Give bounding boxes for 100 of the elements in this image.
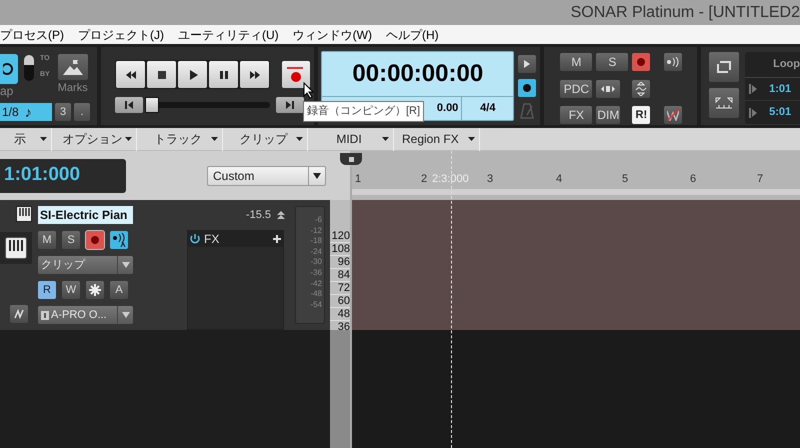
- volume-value: -15.5: [246, 208, 271, 223]
- playhead-marker[interactable]: [340, 153, 362, 165]
- fx-label: FX: [204, 231, 220, 248]
- record-arm-button[interactable]: [632, 53, 650, 71]
- menu-item[interactable]: ユーティリティ(U): [178, 26, 279, 44]
- window-title: SONAR Platinum - [UNTITLED2: [570, 2, 800, 22]
- squiggle-icon: [14, 309, 24, 319]
- resolution-dropdown[interactable]: 1/8 ♪: [0, 103, 52, 121]
- menu-item[interactable]: プロセス(P): [0, 26, 64, 44]
- input-icon: [41, 310, 49, 320]
- fx-button[interactable]: FX: [560, 106, 592, 124]
- track-name-field[interactable]: SI-Electric Pian: [38, 206, 133, 224]
- dot-icon: [91, 236, 99, 244]
- read-automation-button[interactable]: R: [38, 281, 56, 299]
- caret-icon: [122, 262, 130, 268]
- tempo-value: 0.00: [436, 101, 460, 116]
- dot-icon: [637, 58, 646, 66]
- ruler-number: 1: [355, 172, 362, 187]
- caret-icon: [296, 137, 303, 141]
- dim-button[interactable]: DIM: [596, 106, 620, 124]
- go-to-start-button[interactable]: [115, 97, 144, 113]
- stop-button[interactable]: [147, 61, 176, 88]
- metronome-icon: [520, 103, 534, 119]
- caret-icon: [122, 312, 130, 318]
- loop-start-icon: [749, 84, 758, 94]
- ruler-number: 2: [421, 172, 428, 187]
- asterisk-icon: [89, 284, 101, 296]
- marks-button[interactable]: [58, 54, 88, 80]
- dot-icon: [523, 84, 532, 92]
- skip-start-icon: [125, 101, 134, 109]
- now-time-display: 1:01:000: [0, 158, 126, 192]
- loop-end-icon: [749, 108, 758, 118]
- output-dropdown[interactable]: A-PRO O...: [38, 306, 133, 324]
- menu-item[interactable]: ウィンドウ(W): [292, 26, 372, 44]
- skip-end-icon: [286, 101, 294, 109]
- meter-value: 4/4: [461, 97, 514, 120]
- wave-arrows-icon: [635, 82, 648, 96]
- power-icon: [190, 234, 200, 244]
- input-echo-button[interactable]: [110, 231, 128, 249]
- cursor-time-label: 2:3:000: [432, 172, 469, 187]
- loop-icon: [716, 60, 732, 74]
- scrub-slider[interactable]: [145, 97, 270, 113]
- marks-label: Marks: [58, 81, 88, 96]
- wave-button[interactable]: [632, 80, 650, 98]
- broadcast-button[interactable]: [664, 53, 682, 71]
- loop-start: 1:01: [769, 82, 792, 97]
- solo-override-button[interactable]: [596, 80, 620, 98]
- freeze-button[interactable]: [86, 281, 104, 299]
- piano-keyboard-icon: [5, 237, 27, 259]
- mountain-flag-icon: [62, 58, 84, 76]
- mute-button[interactable]: M: [560, 53, 592, 71]
- record-mode-button[interactable]: [518, 79, 536, 97]
- pause-icon: [218, 70, 230, 80]
- caret-icon: [40, 137, 47, 141]
- meter-scale-label: -30: [310, 257, 322, 268]
- snap-label: ap: [0, 85, 14, 97]
- caret-icon: [313, 172, 321, 178]
- record-tooltip: 録音（コンピング）[R]: [303, 101, 424, 122]
- scrub-thumb[interactable]: [145, 97, 160, 113]
- archive-button[interactable]: A: [110, 281, 128, 299]
- play-button[interactable]: [178, 61, 208, 88]
- rewind-icon: [124, 70, 137, 80]
- pdc-button[interactable]: PDC: [560, 80, 592, 98]
- solo-button[interactable]: S: [596, 53, 628, 71]
- menu-item[interactable]: プロジェクト(J): [78, 26, 164, 44]
- loop-button[interactable]: [709, 52, 740, 82]
- input-dropdown[interactable]: クリップ: [38, 256, 133, 274]
- play-from-button[interactable]: [518, 55, 536, 73]
- reset-button[interactable]: R!: [632, 106, 650, 124]
- automation-button[interactable]: [10, 305, 28, 323]
- loop-title: Loop: [745, 52, 800, 78]
- ruler-number: 5: [622, 172, 628, 187]
- solo-button[interactable]: S: [62, 231, 80, 249]
- preset-dropdown[interactable]: Custom: [207, 166, 326, 186]
- up-arrow-icon: [277, 211, 285, 219]
- meter-scale-label: -18: [310, 236, 322, 247]
- echo-icon: [112, 233, 126, 247]
- mute-button[interactable]: M: [38, 231, 56, 249]
- fast-forward-button[interactable]: [240, 61, 270, 88]
- meter-scale-label: -48: [310, 289, 322, 300]
- ruler-number: 6: [690, 172, 696, 187]
- ruler-arrows-icon: [715, 97, 734, 109]
- dotted-button[interactable]: .: [74, 103, 90, 121]
- menu-item[interactable]: ヘルプ(H): [386, 26, 439, 44]
- caret-icon: [211, 137, 218, 141]
- write-automation-button[interactable]: W: [62, 281, 80, 299]
- toggle-switch[interactable]: [24, 55, 34, 81]
- meter-scale-label: -42: [310, 278, 322, 290]
- caret-icon: [125, 137, 132, 141]
- go-to-end-button[interactable]: [276, 97, 304, 113]
- pause-button[interactable]: [209, 61, 238, 88]
- fit-button[interactable]: [709, 88, 740, 118]
- meter-scale-label: -6: [314, 215, 322, 226]
- snap-button[interactable]: [0, 54, 18, 84]
- play-icon: [524, 60, 530, 68]
- ruler-number: 4: [556, 172, 562, 187]
- record-button[interactable]: [282, 61, 310, 88]
- triplet-button[interactable]: 3: [55, 103, 71, 121]
- rewind-button[interactable]: [116, 61, 146, 88]
- record-arm-button[interactable]: [86, 231, 104, 249]
